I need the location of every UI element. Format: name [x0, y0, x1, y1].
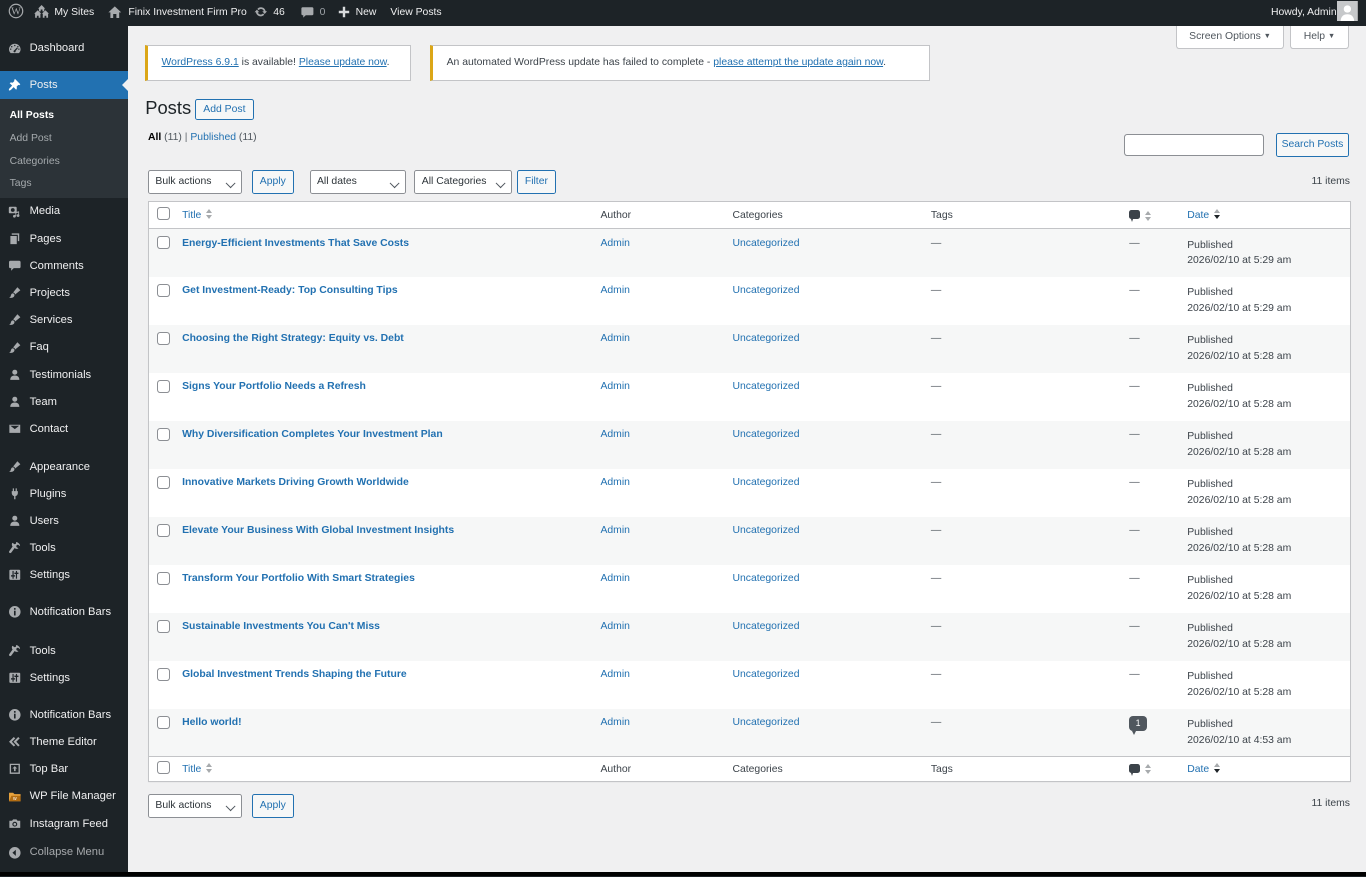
svg-text:W: W	[11, 7, 21, 18]
svg-text:w: w	[13, 796, 17, 802]
